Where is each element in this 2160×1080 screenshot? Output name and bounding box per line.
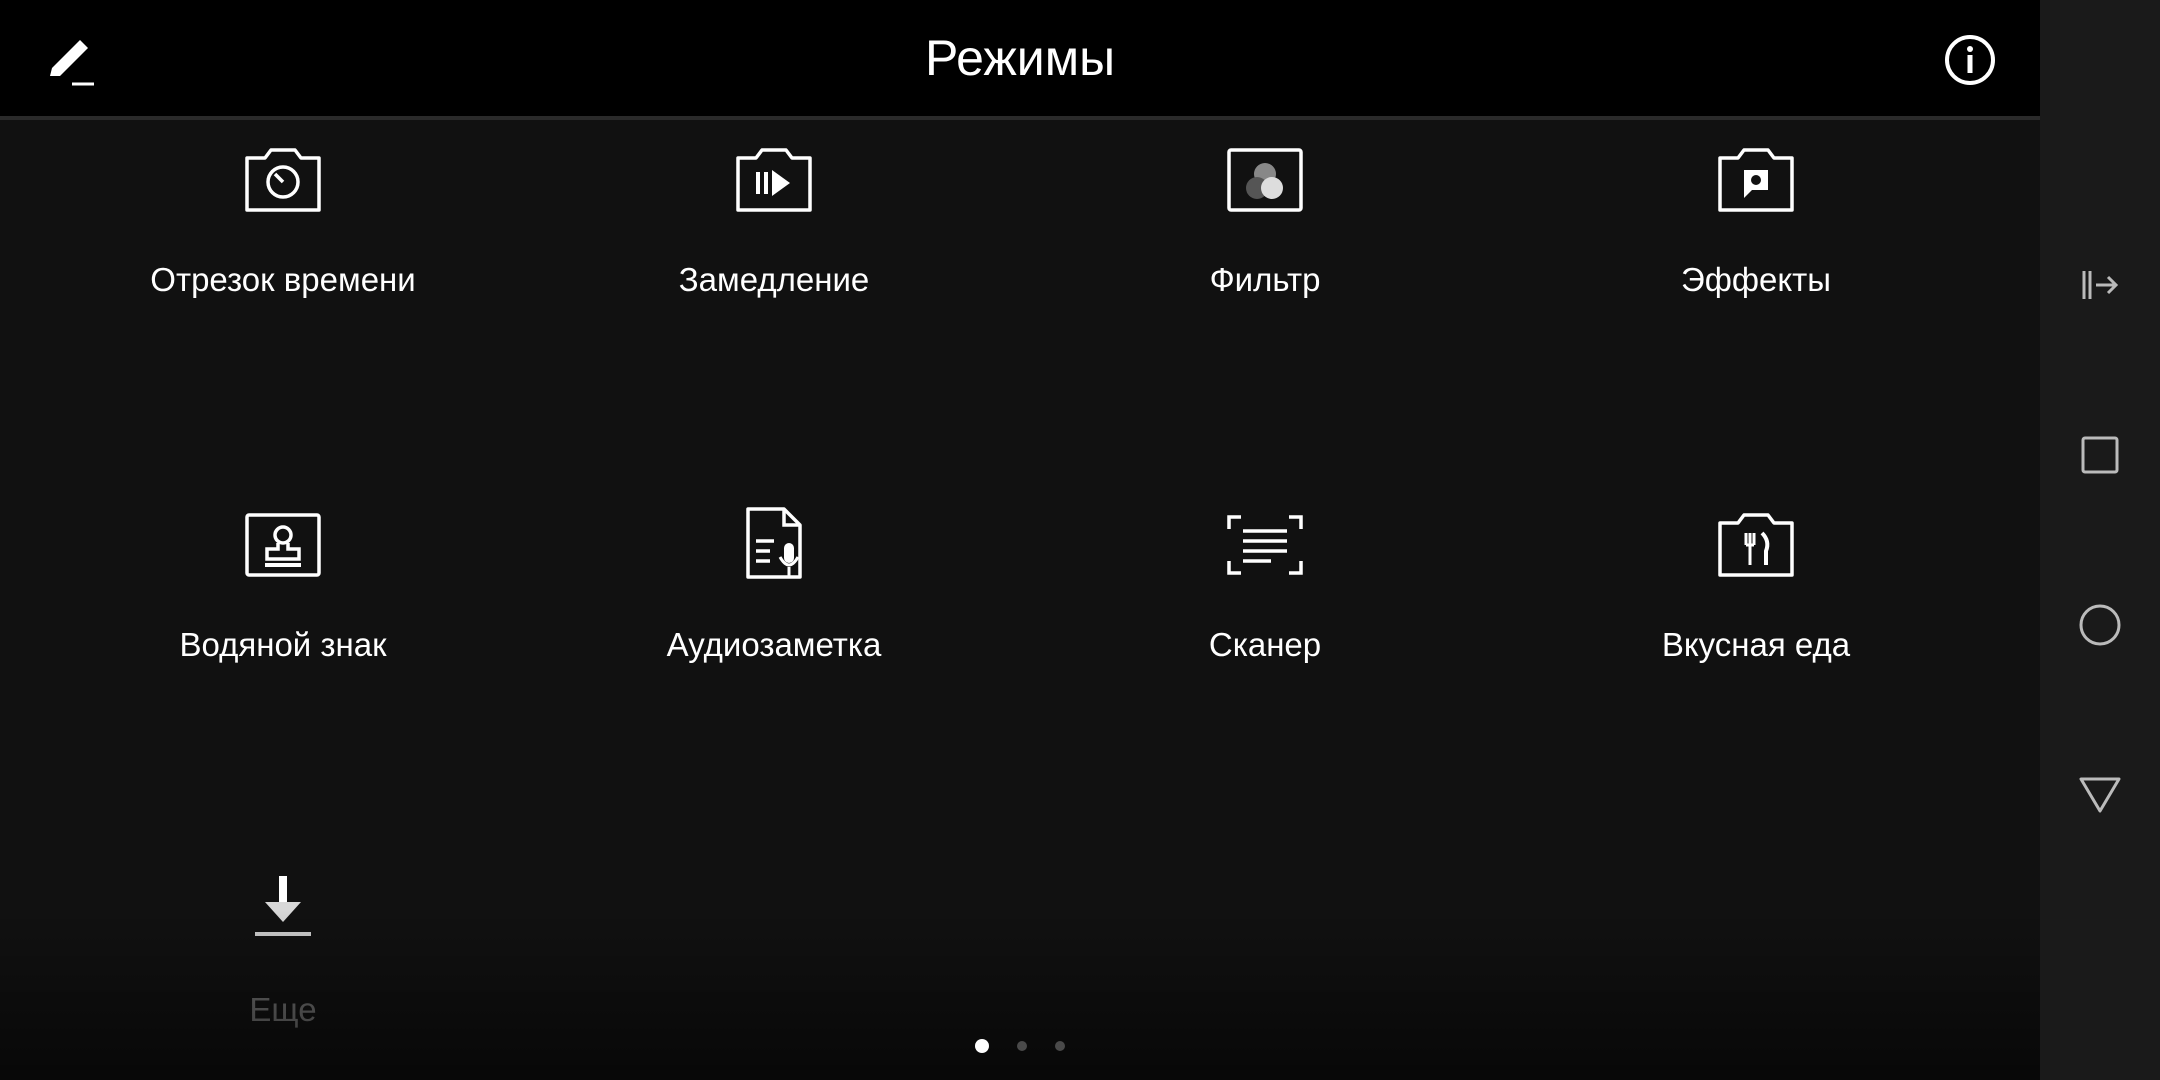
- page-dot[interactable]: [1055, 1041, 1065, 1051]
- system-nav-bar: [2040, 0, 2160, 1080]
- timelapse-camera-icon: [245, 148, 321, 212]
- slow-motion-camera-icon: [736, 148, 812, 212]
- mode-watermark[interactable]: Водяной знак: [73, 485, 493, 685]
- recents-square-icon: [2081, 436, 2119, 474]
- page-dot[interactable]: [1017, 1041, 1027, 1051]
- audio-note-icon: [746, 507, 802, 579]
- watermark-stamp-icon: [245, 513, 321, 577]
- info-button[interactable]: [1940, 30, 2000, 90]
- download-icon: [255, 876, 311, 936]
- mode-tasty-food[interactable]: Вкусная еда: [1546, 485, 1966, 685]
- side-panel-icon: [2082, 271, 2119, 299]
- filter-icon: [1227, 148, 1303, 212]
- mode-label: Отрезок времени: [150, 261, 416, 298]
- mode-audio-note[interactable]: Аудиозаметка: [564, 485, 984, 685]
- home-circle-icon: [2079, 604, 2121, 646]
- document-scanner-icon: [1227, 515, 1303, 575]
- back-button[interactable]: [2070, 765, 2130, 825]
- mode-label: Замедление: [678, 261, 870, 298]
- mode-label: Аудиозаметка: [666, 626, 882, 663]
- mode-slow-motion[interactable]: Замедление: [564, 120, 984, 320]
- food-camera-icon: [1718, 513, 1794, 577]
- mode-effects[interactable]: Эффекты: [1546, 120, 1966, 320]
- mode-label: Эффекты: [1680, 261, 1831, 298]
- effects-camera-icon: [1718, 148, 1794, 212]
- mode-scanner[interactable]: Сканер: [1055, 485, 1475, 685]
- mode-label: Фильтр: [1209, 261, 1321, 298]
- mode-label: Водяной знак: [179, 626, 387, 663]
- mode-more[interactable]: Еще: [73, 850, 493, 1050]
- mode-timelapse[interactable]: Отрезок времени: [73, 120, 493, 320]
- camera-modes-screen: Режимы Отрезок времени Замедление Фильтр…: [0, 0, 2040, 1080]
- info-icon: [1945, 35, 1995, 85]
- page-dot-active[interactable]: [975, 1039, 989, 1053]
- back-triangle-icon: [2079, 777, 2121, 813]
- side-panel-button[interactable]: [2070, 255, 2130, 315]
- mode-label: Еще: [249, 991, 317, 1028]
- mode-label: Вкусная еда: [1661, 626, 1851, 663]
- mode-filter[interactable]: Фильтр: [1055, 120, 1475, 320]
- mode-label: Сканер: [1208, 626, 1322, 663]
- page-indicator: [0, 1038, 2040, 1054]
- modes-grid: Отрезок времени Замедление Фильтр Эффект…: [0, 120, 2040, 1080]
- top-bar: Режимы: [0, 0, 2040, 120]
- recents-button[interactable]: [2070, 425, 2130, 485]
- home-button[interactable]: [2070, 595, 2130, 655]
- page-title: Режимы: [924, 30, 1116, 86]
